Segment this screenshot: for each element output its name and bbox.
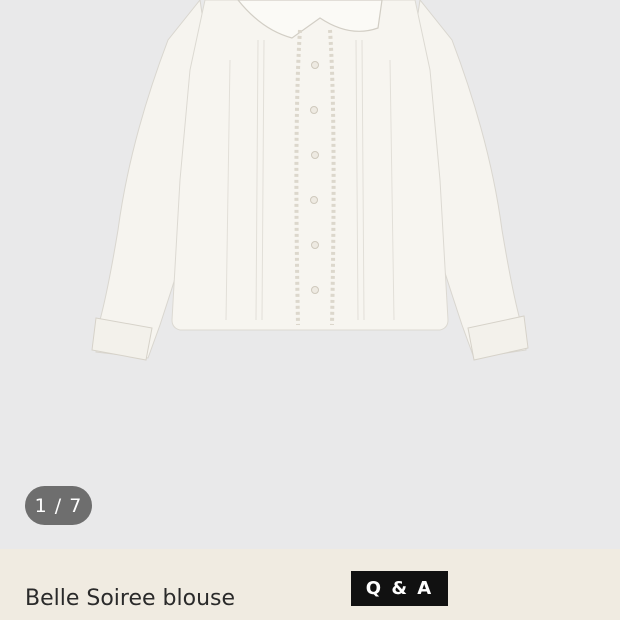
product-title: Belle Soiree blouse <box>25 586 236 611</box>
qa-button[interactable]: Q & A <box>351 571 448 606</box>
blouse-image <box>91 0 529 361</box>
product-image-gallery[interactable]: 1 / 7 <box>0 0 620 549</box>
image-counter-badge: 1 / 7 <box>25 486 92 525</box>
